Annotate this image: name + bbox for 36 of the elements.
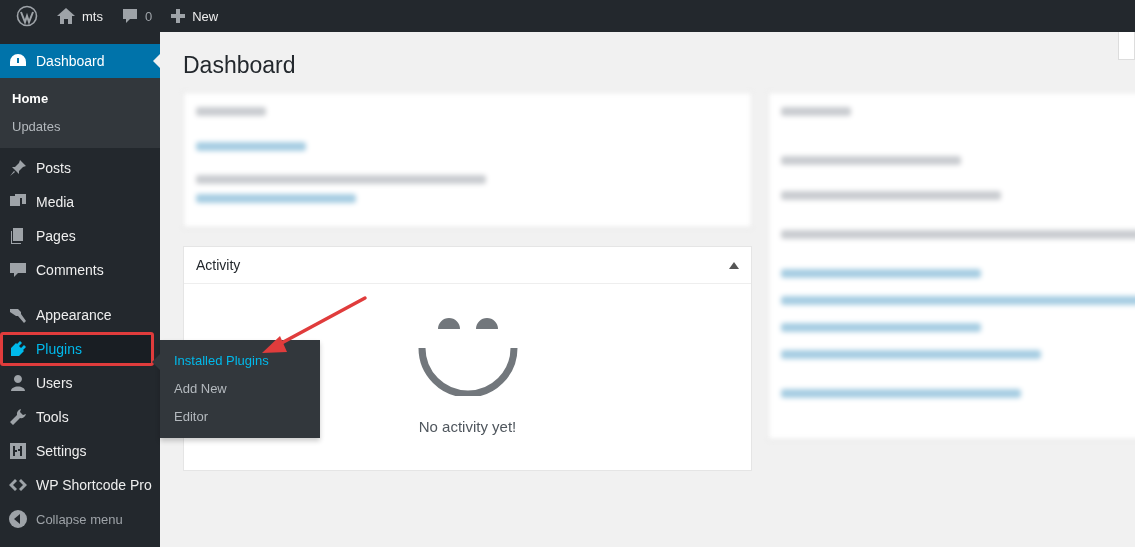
wrench-icon — [8, 407, 28, 427]
pin-icon — [8, 158, 28, 178]
plug-icon — [8, 339, 28, 359]
comment-icon — [120, 7, 139, 25]
comment-icon — [8, 260, 28, 280]
page-title: Dashboard — [183, 52, 296, 79]
user-icon — [8, 373, 28, 393]
menu-item[interactable]: Users — [0, 366, 160, 400]
site-name-link[interactable]: mts — [47, 0, 112, 32]
menu-item[interactable]: Settings — [0, 434, 160, 468]
empty-message: No activity yet! — [418, 418, 517, 435]
menu-item[interactable]: Dashboard — [0, 44, 160, 78]
collapse-menu-button[interactable]: Collapse menu — [0, 502, 160, 536]
menu-item[interactable]: Comments — [0, 253, 160, 287]
menu-item[interactable]: Posts — [0, 151, 160, 185]
logo-icon[interactable] — [16, 5, 38, 27]
submenu-item[interactable]: Updates — [0, 113, 160, 141]
menu-item[interactable]: Media — [0, 185, 160, 219]
submenu-item[interactable]: Home — [0, 85, 160, 113]
menu-item[interactable]: Tools — [0, 400, 160, 434]
current-page-notch — [153, 54, 160, 68]
menu-item[interactable]: Appearance — [0, 298, 160, 332]
plus-icon — [170, 8, 187, 24]
home-icon — [56, 7, 76, 25]
menu-item[interactable]: WP Shortcode Pro — [0, 468, 160, 502]
new-content-link[interactable]: New — [161, 0, 228, 32]
sliders-icon — [8, 441, 28, 461]
widget-title: Activity — [196, 257, 241, 273]
collapse-icon — [8, 509, 28, 529]
menu-item[interactable]: Pages — [0, 219, 160, 253]
flyout-menu-item[interactable]: Editor — [160, 403, 320, 431]
flyout-menu-item[interactable]: Add New — [160, 375, 320, 403]
menu-item[interactable]: Plugins — [0, 332, 154, 366]
flyout-menu-item[interactable]: Installed Plugins — [160, 347, 320, 375]
comments-link[interactable]: 0 — [111, 0, 162, 32]
collapse-arrow-icon[interactable] — [729, 261, 739, 269]
